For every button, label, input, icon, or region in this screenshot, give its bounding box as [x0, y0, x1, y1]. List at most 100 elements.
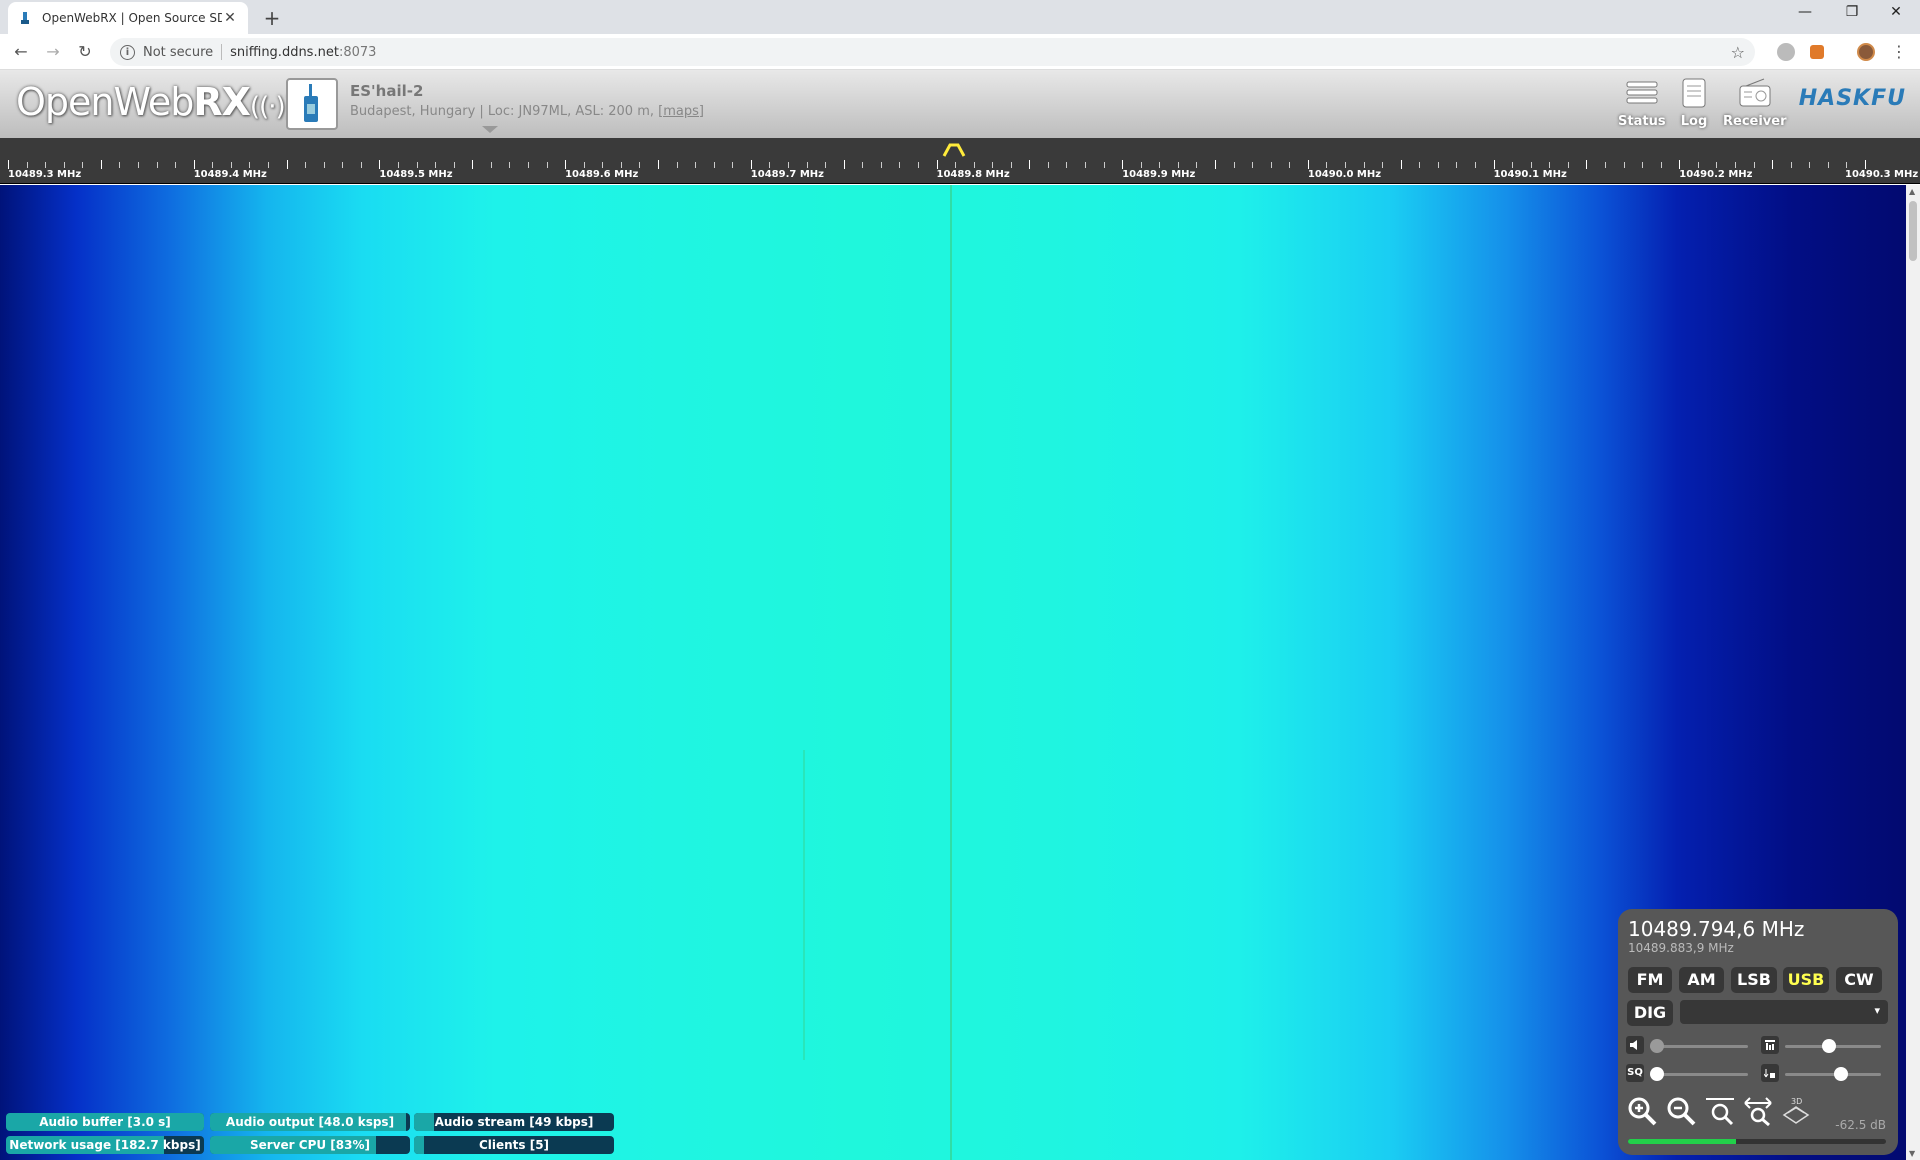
not-secure-label: Not secure: [143, 44, 214, 60]
scale-tick: [1047, 162, 1049, 168]
browser-tab[interactable]: OpenWebRX | Open Source SDR ✕: [8, 2, 248, 34]
scale-tick: [8, 160, 9, 169]
volume-knob[interactable]: [1650, 1039, 1664, 1053]
receiver-antenna-icon: [304, 84, 318, 122]
profile-avatar-icon[interactable]: [1857, 43, 1875, 61]
scale-tick: [527, 162, 529, 168]
scale-tick: [899, 162, 901, 168]
waterfall-min-icon[interactable]: [1761, 1064, 1779, 1082]
scale-tick: [1493, 160, 1495, 169]
volume-icon[interactable]: [1626, 1036, 1644, 1054]
extension-cloud-icon[interactable]: [1777, 43, 1795, 61]
receiver-location: Budapest, Hungary | Loc: JN97ML, ASL: 20…: [350, 104, 659, 119]
restore-icon[interactable]: ❐: [1832, 4, 1872, 20]
scale-label: 10489.8 MHz: [936, 169, 1010, 180]
scale-tick: [973, 162, 975, 168]
scale-tick: [1326, 162, 1328, 168]
clients-bar: Clients [5]: [414, 1136, 614, 1154]
frequency-scale[interactable]: 10489.3 MHz 10489.4 MHz 10489.5 MHz 10489.6…: [0, 138, 1920, 184]
mode-cw-button[interactable]: CW: [1836, 967, 1882, 993]
window-close-icon[interactable]: ✕: [1876, 4, 1916, 20]
scroll-up-icon[interactable]: ▲: [1909, 187, 1915, 196]
log-button[interactable]: Log: [1677, 78, 1711, 129]
scale-tick: [1177, 162, 1179, 168]
zoom-out-icon[interactable]: [1665, 1095, 1697, 1127]
receiver-button[interactable]: Receiver: [1723, 78, 1787, 129]
receiver-panel: 10489.794,6 MHz 10489.883,9 MHz FM AM LS…: [1618, 909, 1898, 1155]
browser-tabstrip: OpenWebRX | Open Source SDR ✕ + — ❐ ✕: [0, 0, 1920, 34]
zoom-out-full-icon[interactable]: [1742, 1095, 1774, 1127]
scale-tick: [1270, 162, 1272, 168]
scale-tick: [397, 162, 399, 168]
back-icon[interactable]: ←: [10, 42, 32, 61]
page-scrollbar[interactable]: ▲ ▼: [1906, 185, 1920, 1160]
clients-label: Clients [5]: [478, 1138, 550, 1152]
openwebrx-logo[interactable]: OpenWebRX((·)): [16, 80, 295, 124]
scale-tick: [267, 162, 269, 168]
scale-label: 10489.6 MHz: [565, 169, 639, 180]
mode-am-button[interactable]: AM: [1679, 967, 1724, 993]
scrollbar-thumb[interactable]: [1909, 201, 1917, 261]
scale-tick: [1029, 160, 1031, 169]
new-tab-icon[interactable]: +: [260, 6, 284, 30]
scale-tick: [286, 160, 288, 169]
scale-tick: [1215, 160, 1217, 169]
mode-fm-button[interactable]: FM: [1628, 967, 1672, 993]
browser-menu-icon[interactable]: ⋮: [1888, 42, 1910, 61]
scale-tick: [1345, 162, 1347, 168]
waterfall-max-icon[interactable]: [1761, 1036, 1779, 1054]
tab-close-icon[interactable]: ✕: [222, 10, 238, 26]
db-readout: -62.5 dB: [1835, 1118, 1886, 1132]
scale-tick: [936, 160, 938, 169]
bookmark-star-icon[interactable]: ☆: [1731, 43, 1745, 62]
waterfall-min-knob[interactable]: [1834, 1067, 1849, 1081]
dig-button[interactable]: DIG: [1627, 1000, 1673, 1026]
audio-stream-bar: Audio stream [49 kbps]: [414, 1113, 614, 1131]
extension-orange-icon[interactable]: [1810, 45, 1824, 59]
waterfall-max-knob[interactable]: [1821, 1039, 1836, 1053]
spectrum-3d-icon[interactable]: 3D: [1780, 1095, 1812, 1127]
scale-tick: [1010, 162, 1012, 168]
zoom-to-center-icon[interactable]: [1704, 1095, 1736, 1127]
receiver-name: ES'hail-2: [350, 82, 424, 100]
scale-tick: [825, 162, 827, 168]
scale-tick: [1567, 162, 1569, 168]
server-cpu-label: Server CPU [83%]: [250, 1138, 370, 1152]
scale-tick: [249, 162, 251, 168]
digital-mode-select[interactable]: ▾: [1680, 1000, 1888, 1024]
zoom-in-icon[interactable]: [1626, 1095, 1658, 1127]
audio-buffer-label: Audio buffer [3.0 s]: [39, 1115, 171, 1129]
audio-stream-label: Audio stream [49 kbps]: [434, 1115, 594, 1129]
squelch-icon[interactable]: SQ: [1626, 1064, 1644, 1082]
header-expand-arrow-icon[interactable]: [482, 126, 498, 133]
tuning-marker-icon[interactable]: [942, 142, 966, 158]
waterfall-min-track[interactable]: [1785, 1073, 1881, 1076]
scale-tick: [490, 162, 492, 168]
scale-tick: [992, 162, 994, 168]
squelch-knob[interactable]: [1650, 1067, 1664, 1081]
reload-icon[interactable]: ↻: [74, 42, 96, 61]
squelch-track[interactable]: [1650, 1073, 1748, 1076]
volume-track[interactable]: [1650, 1045, 1748, 1048]
scale-tick: [137, 162, 139, 168]
status-button[interactable]: Status: [1618, 78, 1666, 129]
scale-tick: [732, 162, 734, 168]
scale-tick: [1066, 162, 1068, 168]
minimize-icon[interactable]: —: [1785, 4, 1825, 20]
receiver-description: Budapest, Hungary | Loc: JN97ML, ASL: 20…: [350, 104, 704, 119]
scroll-down-icon[interactable]: ▼: [1909, 1149, 1915, 1158]
mode-lsb-button[interactable]: LSB: [1731, 967, 1777, 993]
site-info-icon[interactable]: i: [120, 44, 135, 60]
address-bar[interactable]: i Not secure sniffing.ddns.net:8073 ☆: [110, 38, 1755, 66]
scale-tick: [416, 162, 418, 168]
forward-icon[interactable]: →: [42, 42, 64, 61]
mode-usb-button[interactable]: USB: [1783, 967, 1829, 993]
scale-tick: [1382, 162, 1384, 168]
scale-label: 10490.3 MHz: [1845, 169, 1919, 180]
scale-tick: [509, 162, 511, 168]
scale-tick: [1790, 162, 1792, 168]
maps-link[interactable]: [maps]: [658, 104, 704, 119]
scale-tick: [230, 162, 232, 168]
receiver-avatar: [286, 78, 338, 130]
tuned-frequency[interactable]: 10489.794,6 MHz: [1628, 917, 1804, 941]
